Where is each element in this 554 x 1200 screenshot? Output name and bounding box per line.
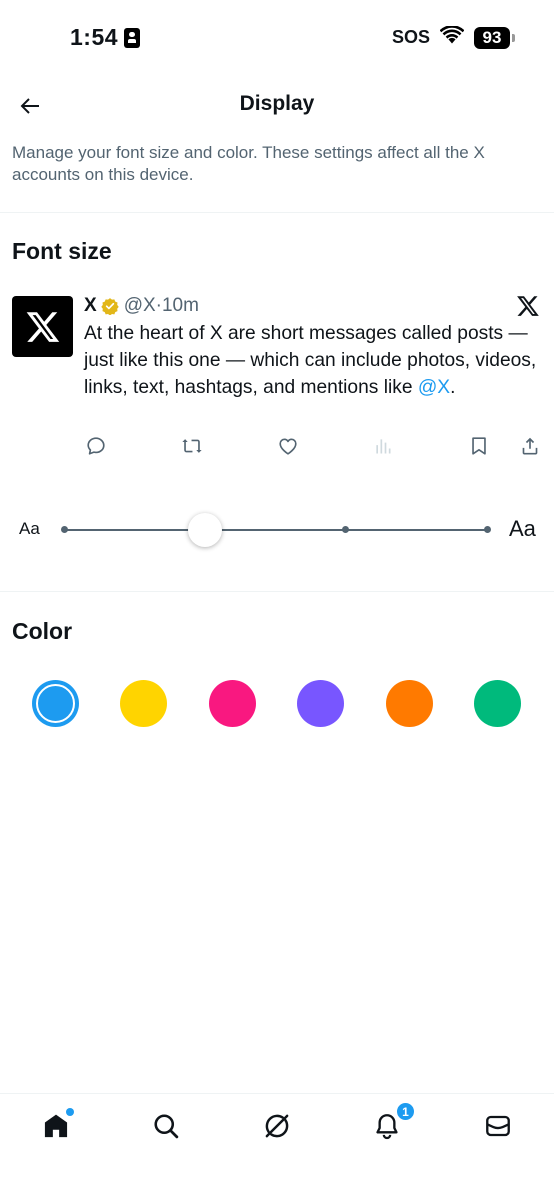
bookmark-button — [467, 434, 491, 458]
font-size-slider-row: Aa Aa — [0, 510, 554, 550]
nav-grok[interactable] — [259, 1108, 295, 1144]
divider — [0, 212, 554, 213]
avatar — [12, 296, 73, 357]
bookmark-icon — [472, 437, 486, 455]
home-icon — [44, 1114, 68, 1138]
post-author-name: X — [84, 295, 97, 316]
nav-search[interactable] — [148, 1108, 184, 1144]
status-bar: 1:54 SOS 93 — [0, 0, 554, 76]
color-options — [0, 680, 554, 728]
post-text-end: . — [450, 377, 456, 398]
nav-notifications[interactable]: 1 — [369, 1102, 415, 1144]
like-button — [276, 434, 300, 458]
post-mention: @X — [417, 377, 451, 398]
preview-post: X @X · 10m At the heart of X are short m… — [12, 294, 542, 474]
color-swatch-purple[interactable] — [297, 680, 344, 727]
battery-indicator: 93 — [474, 26, 515, 49]
color-swatch-orange[interactable] — [386, 680, 433, 727]
post-text: At the heart of X are short messages cal… — [84, 320, 544, 401]
font-size-small-label: Aa — [19, 519, 40, 538]
share-button — [518, 434, 542, 458]
reply-icon — [87, 437, 105, 455]
reply-button — [84, 434, 108, 458]
new-content-dot — [66, 1108, 74, 1116]
wifi-icon — [439, 25, 465, 49]
search-icon — [154, 1114, 179, 1139]
color-swatch-blue[interactable] — [32, 680, 79, 727]
views-icon — [376, 439, 391, 454]
font-size-large-label: Aa — [509, 516, 536, 541]
notification-count-badge: 1 — [396, 1102, 415, 1121]
sos-indicator: SOS — [391, 27, 430, 47]
post-actions — [84, 434, 544, 462]
share-icon — [522, 437, 538, 455]
page-description: Manage your font size and color. These s… — [12, 143, 485, 184]
slider-tick[interactable] — [342, 526, 349, 533]
font-size-heading: Font size — [12, 238, 112, 264]
color-swatch-green[interactable] — [474, 680, 521, 727]
color-swatch-yellow[interactable] — [120, 680, 167, 727]
views-button — [371, 434, 395, 458]
like-icon — [279, 438, 297, 455]
post-header: X @X · 10m — [84, 294, 199, 318]
color-swatch-pink[interactable] — [209, 680, 256, 727]
color-heading: Color — [12, 618, 73, 644]
nav-home[interactable] — [38, 1108, 74, 1144]
divider — [0, 591, 554, 592]
contact-card-icon — [124, 27, 141, 48]
post-handle: @X — [123, 295, 156, 316]
status-time: 1:54 — [70, 24, 141, 51]
bottom-navigation: 1 — [0, 1093, 554, 1200]
page-title: Display — [239, 92, 315, 115]
slider-tick[interactable] — [484, 526, 491, 533]
x-logo-icon — [516, 294, 540, 323]
post-timestamp: 10m — [161, 295, 199, 316]
font-size-slider-thumb[interactable] — [188, 513, 222, 547]
clock-text: 1:54 — [70, 24, 119, 50]
messages-icon — [486, 1115, 510, 1137]
repost-button — [180, 434, 204, 458]
verified-badge-icon — [100, 297, 119, 315]
repost-icon — [182, 439, 202, 453]
nav-messages[interactable] — [480, 1108, 516, 1144]
x-logo-icon — [26, 311, 59, 342]
slider-tick[interactable] — [61, 526, 68, 533]
top-bar: Display — [0, 76, 554, 134]
grok-icon — [265, 1114, 289, 1138]
post-text-main: At the heart of X are short messages cal… — [84, 323, 537, 398]
status-indicators: SOS 93 — [391, 25, 515, 49]
font-size-slider-track[interactable] — [64, 529, 487, 531]
